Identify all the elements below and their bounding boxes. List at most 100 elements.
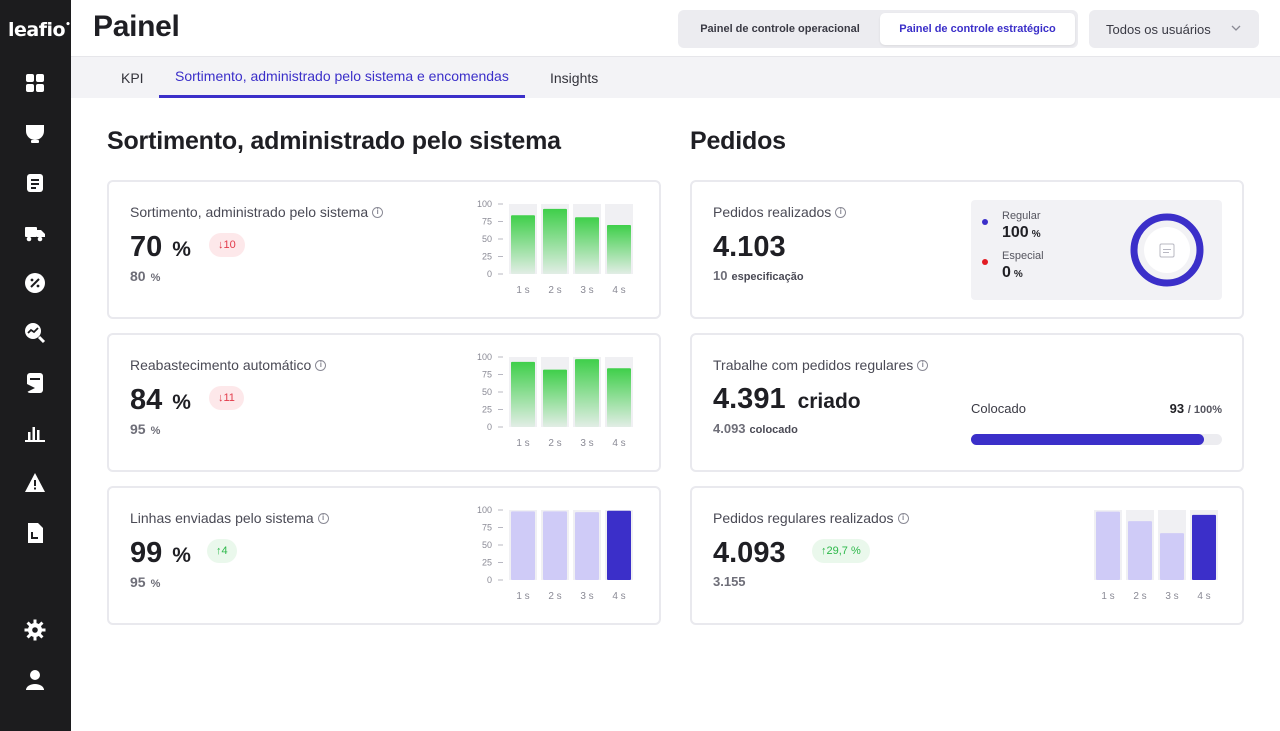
x-tick-label: 3 s <box>580 591 593 602</box>
info-icon[interactable]: i <box>835 206 847 218</box>
y-tick-label: 100 <box>477 199 492 209</box>
bar-chart-svg: 100 75 50 25 0 1 s 2 s 3 s 4 s <box>477 199 633 296</box>
x-tick-label: 3 s <box>580 438 593 449</box>
x-tick-label: 2 s <box>548 285 561 296</box>
orders-spec: 10 especificação <box>713 268 804 283</box>
created-value: 4.391 criado <box>713 383 861 415</box>
tab-assortment-orders[interactable]: Sortimento, administrado pelo sistema e … <box>159 57 525 98</box>
x-tick-label: 4 s <box>612 438 625 449</box>
card-title: Pedidos regulares realizados i <box>713 510 909 526</box>
bar <box>607 368 631 427</box>
bar <box>511 361 535 427</box>
x-tick-label: 2 s <box>548 591 561 602</box>
x-tick-label: 2 s <box>548 438 561 449</box>
weekly-bar-chart: 1 s 2 s 3 s 4 s <box>1047 506 1227 606</box>
bar-chart-icon[interactable] <box>22 420 48 446</box>
info-icon[interactable]: i <box>917 359 929 371</box>
progress-value: 93 / 100% <box>1169 401 1222 416</box>
card-title: Sortimento, administrado pelo sistema i <box>130 204 384 220</box>
weekly-bar-chart: 100 75 50 25 0 1 s 2 s 3 s 4 s <box>464 352 644 453</box>
bar <box>575 512 599 580</box>
bar <box>511 511 535 580</box>
page-title: Painel <box>93 10 180 43</box>
y-tick-label: 100 <box>477 505 492 515</box>
info-icon[interactable]: i <box>317 512 329 524</box>
orders-placed-value: 4.103 <box>713 231 786 263</box>
x-tick-label: 1 s <box>516 591 529 602</box>
y-tick-label: 50 <box>482 387 492 397</box>
progress-label: Colocado <box>971 401 1026 416</box>
lamp-icon[interactable] <box>22 120 48 146</box>
regular-placed-prev: 3.155 <box>713 574 746 589</box>
bar <box>1096 511 1120 580</box>
kpi-target: 95% <box>130 574 161 590</box>
delta-badge: ↓11 <box>209 386 244 410</box>
chevron-down-icon <box>1231 25 1241 31</box>
bar <box>1160 533 1184 580</box>
kpi-target: 95% <box>130 421 161 437</box>
placed-value: 4.093 colocado <box>713 421 798 436</box>
bar-chart-svg: 100 75 50 25 0 1 s 2 s 3 s 4 s <box>477 352 633 449</box>
operational-dashboard-button[interactable]: Painel de controle operacional <box>681 13 879 45</box>
legend-regular: Regular 100% <box>982 210 1041 242</box>
tab-insights[interactable]: Insights <box>550 57 598 98</box>
y-tick-label: 25 <box>482 405 492 415</box>
info-icon[interactable]: i <box>372 206 384 218</box>
tabs-bar: KPI Sortimento, administrado pelo sistem… <box>71 57 1280 98</box>
y-tick-label: 50 <box>482 234 492 244</box>
sidebar: leafio• <box>0 0 71 731</box>
tab-kpi[interactable]: KPI <box>121 57 144 98</box>
bar <box>511 215 535 274</box>
info-icon[interactable]: i <box>897 512 909 524</box>
delta-badge: ↑4 <box>207 539 237 563</box>
bar <box>1192 514 1216 580</box>
strategic-dashboard-button[interactable]: Painel de controle estratégico <box>880 13 1075 45</box>
gear-icon[interactable] <box>22 617 48 643</box>
legend-special: Especial 0% <box>982 250 1044 282</box>
y-tick-label: 75 <box>482 217 492 227</box>
bar <box>543 511 567 580</box>
card-title: Trabalhe com pedidos regulares i <box>713 357 929 373</box>
x-tick-label: 3 s <box>1165 591 1178 602</box>
document-list-icon[interactable] <box>22 170 48 196</box>
file-icon[interactable] <box>22 520 48 546</box>
weekly-bar-chart: 100 75 50 25 0 1 s 2 s 3 s 4 s <box>464 199 644 300</box>
y-tick-label: 25 <box>482 252 492 262</box>
x-tick-label: 4 s <box>1197 591 1210 602</box>
legend-dot <box>982 259 988 265</box>
kpi-value: 99% <box>130 537 191 569</box>
warning-icon[interactable] <box>22 470 48 496</box>
analytics-search-icon[interactable] <box>22 320 48 346</box>
x-tick-label: 1 s <box>516 438 529 449</box>
users-dropdown-label: Todos os usuários <box>1106 21 1211 37</box>
dashboard-icon[interactable] <box>22 70 48 96</box>
regular-orders-placed-card: Pedidos regulares realizados i 4.093 ↑29,… <box>690 486 1244 625</box>
y-tick-label: 100 <box>477 352 492 362</box>
order-type-donut <box>1130 213 1204 287</box>
progress-bar <box>971 434 1222 445</box>
info-icon[interactable]: i <box>315 359 327 371</box>
assortment-section-title: Sortimento, administrado pelo sistema <box>107 127 561 155</box>
bar-chart-svg: 100 75 50 25 0 1 s 2 s 3 s 4 s <box>477 505 633 602</box>
users-dropdown[interactable]: Todos os usuários <box>1089 10 1259 48</box>
user-icon[interactable] <box>22 667 48 693</box>
bar <box>575 359 599 427</box>
x-tick-label: 1 s <box>516 285 529 296</box>
bar <box>543 208 567 274</box>
card-title: Pedidos realizados i <box>713 204 847 220</box>
orders-section-title: Pedidos <box>690 127 786 155</box>
card-title: Linhas enviadas pelo sistema i <box>130 510 329 526</box>
discount-icon[interactable] <box>22 270 48 296</box>
card-title: Reabastecimento automático i <box>130 357 327 373</box>
progress-fill <box>971 434 1205 445</box>
x-tick-label: 4 s <box>612 591 625 602</box>
bar <box>543 369 567 427</box>
truck-icon[interactable] <box>22 220 48 246</box>
x-tick-label: 4 s <box>612 285 625 296</box>
bar <box>607 510 631 580</box>
assortment-card: Sortimento, administrado pelo sistema i 7… <box>107 180 661 319</box>
y-tick-label: 0 <box>487 422 492 432</box>
y-tick-label: 0 <box>487 269 492 279</box>
flag-icon[interactable] <box>22 370 48 396</box>
app-logo[interactable]: leafio• <box>8 19 71 41</box>
